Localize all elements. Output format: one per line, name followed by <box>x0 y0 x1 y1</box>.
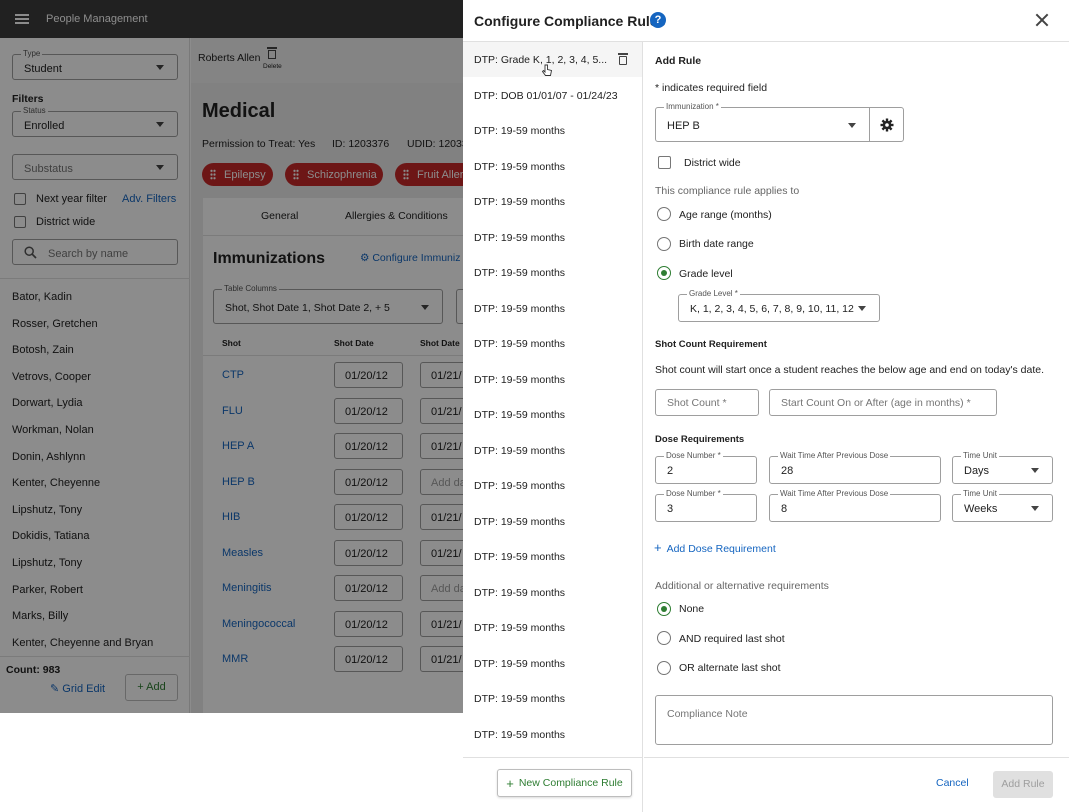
plus-icon: + <box>506 775 514 791</box>
rule-list-item[interactable]: DTP: 19-59 months <box>463 220 642 255</box>
rule-list-item[interactable]: DTP: 19-59 months <box>463 646 642 681</box>
radio-or-alternate-last-shot[interactable] <box>657 661 671 675</box>
shot-count-heading: Shot Count Requirement <box>655 339 767 350</box>
hand-cursor-icon <box>542 64 553 76</box>
immunization-settings-button[interactable] <box>869 107 904 142</box>
rule-list-item[interactable]: DTP: 19-59 months <box>463 326 642 361</box>
radio-grade-level[interactable] <box>657 266 671 280</box>
chevron-down-icon <box>1031 468 1039 473</box>
close-icon[interactable] <box>1034 12 1050 28</box>
dialog-title: Configure Compliance Rules <box>474 13 666 29</box>
rule-list-item[interactable]: DTP: 19-59 months <box>463 149 642 184</box>
district-wide-label: District wide <box>684 157 741 169</box>
gear-icon <box>880 118 894 132</box>
add-dose-requirement-button[interactable]: + Add Dose Requirement <box>654 540 776 555</box>
compliance-rules-dialog: Configure Compliance Rules ? DTP: Grade … <box>463 0 1069 812</box>
shot-count-description: Shot count will start once a student rea… <box>655 364 1045 376</box>
rule-list-item[interactable]: DTP: 19-59 months <box>463 717 642 752</box>
add-rule-form: Add Rule * indicates required field Immu… <box>644 42 1069 757</box>
rule-list-item[interactable]: DTP: 19-59 months <box>463 113 642 148</box>
additional-requirements-label: Additional or alternative requirements <box>655 580 829 592</box>
start-count-input[interactable] <box>769 389 997 416</box>
wait-time-input[interactable]: Wait Time After Previous Dose 28 <box>769 451 941 484</box>
add-rule-button[interactable]: Add Rule <box>993 771 1053 798</box>
radio-and-required-last-shot[interactable] <box>657 631 671 645</box>
dose-number-input[interactable]: Dose Number * 3 <box>655 489 757 522</box>
cancel-button[interactable]: Cancel <box>936 777 969 789</box>
rule-list-item[interactable]: DTP: 19-59 months <box>463 539 642 574</box>
rule-list-item[interactable]: DTP: 19-59 months <box>463 433 642 468</box>
rule-list-item[interactable]: DTP: 19-59 months <box>463 291 642 326</box>
radio-and-required-last-shot-label: AND required last shot <box>679 633 785 645</box>
radio-none-label: None <box>679 603 705 615</box>
rule-list-item[interactable]: DTP: 19-59 months <box>463 397 642 432</box>
radio-age-range[interactable] <box>657 207 671 221</box>
radio-age-range-label: Age range (months) <box>679 209 772 221</box>
rule-list-item[interactable]: DTP: 19-59 months <box>463 468 642 503</box>
rule-list-item[interactable]: DTP: 19-59 months <box>463 575 642 610</box>
radio-or-alternate-last-shot-label: OR alternate last shot <box>679 662 781 674</box>
time-unit-select[interactable]: Time Unit Days <box>952 451 1053 484</box>
dialog-footer: Cancel Add Rule <box>644 757 1069 812</box>
chevron-down-icon <box>858 306 866 311</box>
modal-backdrop[interactable] <box>0 0 463 713</box>
immunization-select[interactable]: Immunization * HEP B <box>655 102 870 142</box>
radio-none[interactable] <box>657 602 671 616</box>
rule-list-item[interactable]: DTP: 19-59 months <box>463 184 642 219</box>
chevron-down-icon <box>848 122 856 128</box>
new-compliance-rule-button[interactable]: + New Compliance Rule <box>497 769 632 797</box>
rule-list: DTP: Grade K, 1, 2, 3, 4, 5... DTP: DOB 0… <box>463 42 643 757</box>
radio-grade-level-label: Grade level <box>679 268 733 280</box>
compliance-note-textarea[interactable] <box>655 695 1053 745</box>
required-note: * indicates required field <box>655 82 768 94</box>
shot-count-input[interactable] <box>655 389 759 416</box>
radio-birth-date-range[interactable] <box>657 237 671 251</box>
dialog-header: Configure Compliance Rules ? <box>463 0 1069 42</box>
trash-icon[interactable] <box>618 53 628 65</box>
rule-list-item[interactable]: DTP: 19-59 months <box>463 610 642 645</box>
rule-list-item[interactable]: DTP: 19-59 months <box>463 255 642 290</box>
dose-number-input[interactable]: Dose Number * 2 <box>655 451 757 484</box>
applies-to-label: This compliance rule applies to <box>655 185 800 197</box>
district-wide-checkbox[interactable] <box>658 156 671 169</box>
rule-list-item[interactable]: DTP: DOB 01/01/07 - 01/24/23 <box>463 78 642 113</box>
grade-level-select[interactable]: Grade Level * K, 1, 2, 3, 4, 5, 6, 7, 8,… <box>678 289 880 322</box>
rule-list-footer: + New Compliance Rule <box>463 757 643 812</box>
rule-list-item[interactable]: DTP: Grade K, 1, 2, 3, 4, 5... <box>463 42 642 77</box>
rule-list-item[interactable]: DTP: 19-59 months <box>463 362 642 397</box>
dose-requirements-heading: Dose Requirements <box>655 434 745 445</box>
form-heading: Add Rule <box>655 55 702 67</box>
chevron-down-icon <box>1031 506 1039 511</box>
plus-icon: + <box>654 540 662 555</box>
wait-time-input[interactable]: Wait Time After Previous Dose 8 <box>769 489 941 522</box>
time-unit-select[interactable]: Time Unit Weeks <box>952 489 1053 522</box>
rule-list-item[interactable]: DTP: 19-59 months <box>463 504 642 539</box>
radio-birth-date-range-label: Birth date range <box>679 238 754 250</box>
rule-list-item[interactable]: DTP: 19-59 months <box>463 681 642 716</box>
help-icon[interactable]: ? <box>650 12 666 28</box>
